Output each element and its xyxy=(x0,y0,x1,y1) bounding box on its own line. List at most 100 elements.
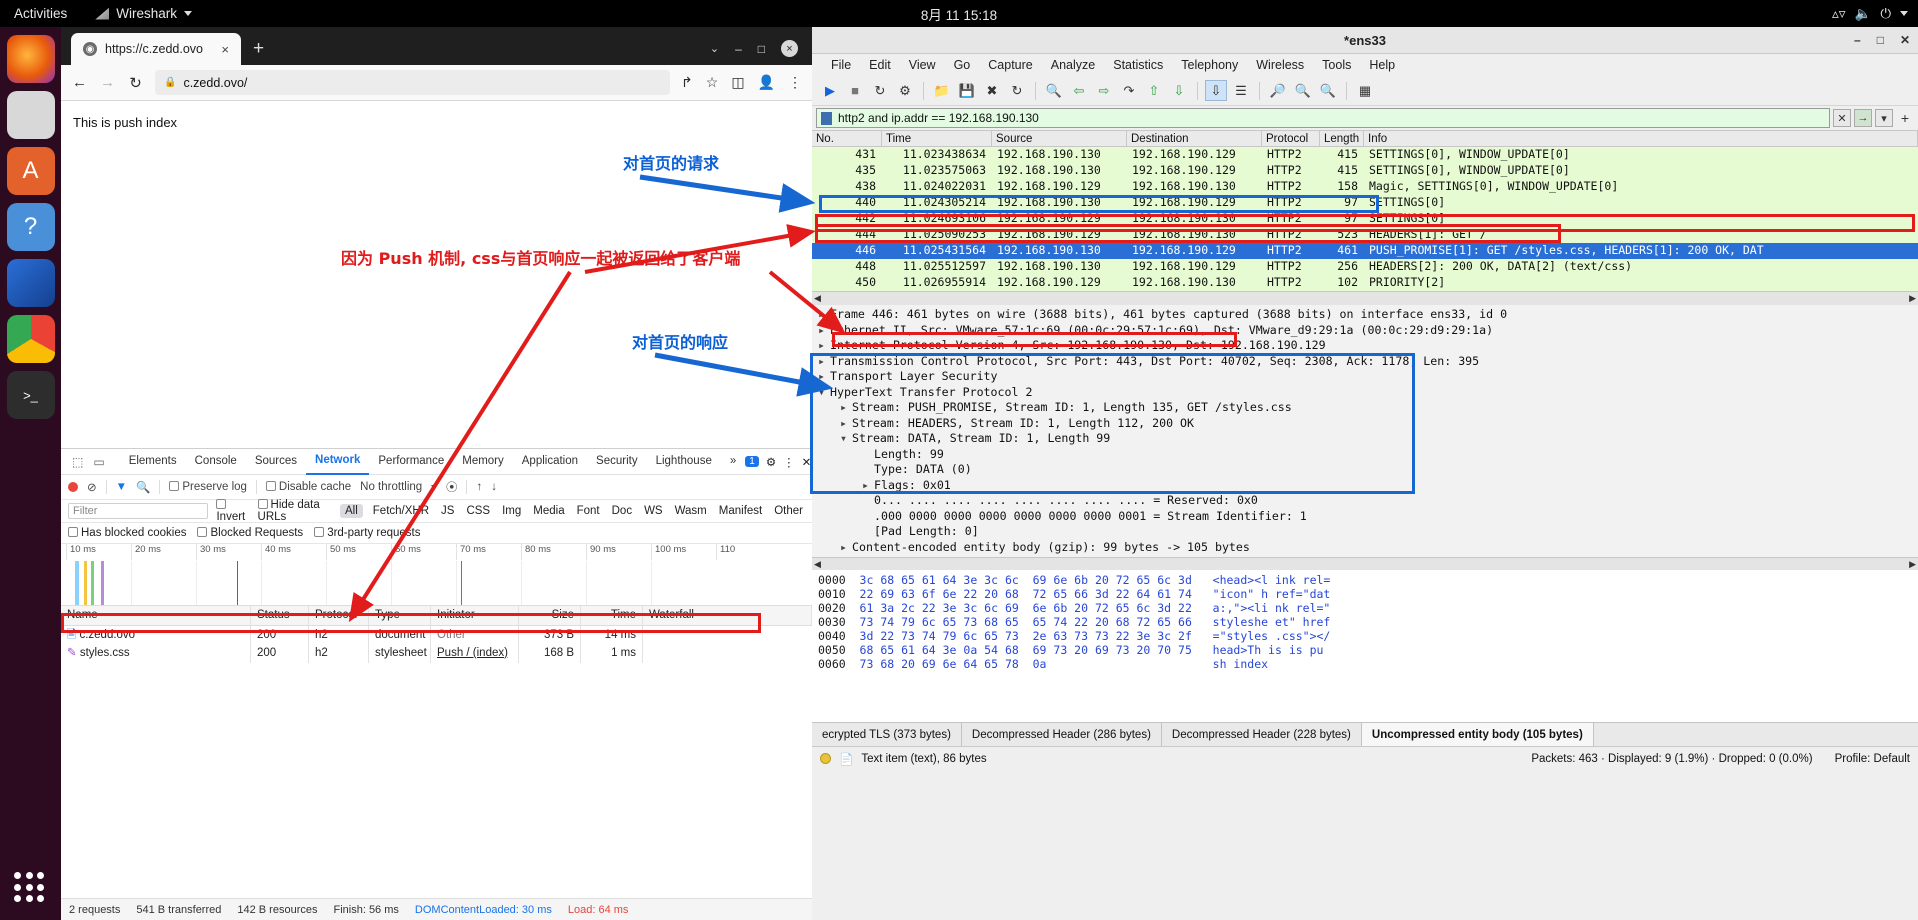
hex-dump-row[interactable]: 0020 61 3a 2c 22 3e 3c 6c 69 6e 6b 20 72… xyxy=(818,601,1918,615)
show-applications-button[interactable] xyxy=(6,864,54,912)
volume-icon[interactable]: 🔈 xyxy=(1855,6,1872,22)
detail-tree-item[interactable]: ▸Internet Protocol Version 4, Src: 192.1… xyxy=(812,338,1918,354)
tab-network[interactable]: Network xyxy=(306,448,369,475)
network-overview-timeline[interactable]: 10 ms 20 ms 30 ms 40 ms 50 ms 60 ms 70 m… xyxy=(61,544,812,606)
close-file-icon[interactable]: ✖ xyxy=(981,80,1003,101)
invert-checkbox[interactable]: Invert xyxy=(216,499,249,523)
filter-input[interactable]: Filter xyxy=(68,503,208,519)
start-capture-icon[interactable]: ▶ xyxy=(819,80,841,101)
scroll-left-icon[interactable]: ◀ xyxy=(814,293,821,304)
menu-help[interactable]: Help xyxy=(1360,58,1404,72)
hex-dump-row[interactable]: 0030 73 74 79 6c 65 73 68 65 65 74 22 20… xyxy=(818,615,1918,629)
network-icon[interactable]: ▵▿ xyxy=(1832,6,1846,22)
has-blocked-cookies-checkbox[interactable]: Has blocked cookies xyxy=(68,527,186,539)
detail-tree-item[interactable]: ▾Line-based text data: text/html (2 line… xyxy=(812,555,1918,557)
detail-tree-item[interactable]: .000 0000 0000 0000 0000 0000 0000 0001 … xyxy=(812,509,1918,525)
minimize-button[interactable]: – xyxy=(1854,33,1861,47)
type-filter-doc[interactable]: Doc xyxy=(610,505,634,517)
chevron-down-icon[interactable] xyxy=(1900,11,1908,16)
detail-tree-item[interactable]: ▸Ethernet II, Src: VMware_57:1c:69 (00:0… xyxy=(812,323,1918,339)
type-filter-other[interactable]: Other xyxy=(772,505,805,517)
tab-memory[interactable]: Memory xyxy=(453,449,513,474)
column-header-no[interactable]: No. xyxy=(812,131,882,146)
close-button[interactable]: × xyxy=(781,40,798,57)
stop-capture-icon[interactable]: ■ xyxy=(844,80,866,101)
filter-icon[interactable]: ▼ xyxy=(116,481,127,493)
open-file-icon[interactable]: 📁 xyxy=(931,80,953,101)
power-icon[interactable]: ⏻ xyxy=(1880,6,1891,22)
expert-info-icon[interactable] xyxy=(820,753,831,764)
detail-tree-item[interactable]: Length: 99 xyxy=(812,447,1918,463)
share-icon[interactable]: ↱ xyxy=(681,74,693,91)
dock-item-software[interactable]: A xyxy=(7,147,55,195)
tree-toggle-icon[interactable]: ▸ xyxy=(840,540,852,556)
minimize-button[interactable]: – xyxy=(735,42,742,56)
more-options-icon[interactable]: ⋮ xyxy=(783,455,795,469)
filter-dropdown-icon[interactable]: ▾ xyxy=(1875,109,1893,127)
bytes-tab-decrypted-tls[interactable]: ecrypted TLS (373 bytes) xyxy=(812,723,962,746)
hide-data-urls-checkbox[interactable]: Hide data URLs xyxy=(258,499,332,523)
type-filter-manifest[interactable]: Manifest xyxy=(717,505,764,517)
resize-columns-icon[interactable]: ▦ xyxy=(1354,80,1376,101)
tree-toggle-icon[interactable]: ▸ xyxy=(818,369,830,385)
tab-performance[interactable]: Performance xyxy=(369,449,453,474)
dock-item-wireshark[interactable] xyxy=(7,259,55,307)
blocked-requests-checkbox[interactable]: Blocked Requests xyxy=(197,527,303,539)
third-party-requests-checkbox[interactable]: 3rd-party requests xyxy=(314,527,420,539)
request-name[interactable]: 🖹 c.zedd.ovo xyxy=(61,626,251,645)
column-header-status[interactable]: Status xyxy=(251,606,309,625)
menu-analyze[interactable]: Analyze xyxy=(1042,58,1104,72)
menu-tools[interactable]: Tools xyxy=(1313,58,1360,72)
app-menu-wireshark[interactable]: Wireshark xyxy=(95,6,192,21)
bytes-tab-decompressed-header-286[interactable]: Decompressed Header (286 bytes) xyxy=(962,723,1162,746)
add-filter-button-icon[interactable]: + xyxy=(1896,109,1914,127)
restart-capture-icon[interactable]: ↻ xyxy=(869,80,891,101)
table-row[interactable]: 🖹 c.zedd.ovo 200 h2 document Other 373 B… xyxy=(61,626,812,644)
clear-filter-icon[interactable]: ✕ xyxy=(1833,109,1851,127)
packet-row[interactable]: 45011.026955914192.168.190.129192.168.19… xyxy=(812,275,1918,291)
hex-dump-row[interactable]: 0040 3d 22 73 74 79 6c 65 73 2e 63 73 73… xyxy=(818,629,1918,643)
address-bar[interactable]: 🔒 c.zedd.ovo/ xyxy=(155,70,670,95)
column-header-name[interactable]: Name xyxy=(61,606,251,625)
type-filter-all[interactable]: All xyxy=(340,504,363,518)
browser-menu-icon[interactable]: ⋮ xyxy=(788,74,802,91)
detail-tree-item[interactable]: ▸Transmission Control Protocol, Src Port… xyxy=(812,354,1918,370)
tree-toggle-icon[interactable]: ▸ xyxy=(840,416,852,432)
column-header-size[interactable]: Size xyxy=(519,606,581,625)
hex-dump-row[interactable]: 0050 68 65 61 64 3e 0a 54 68 69 73 20 69… xyxy=(818,643,1918,657)
tab-list-chevron-icon[interactable]: ⌄ xyxy=(710,42,719,55)
tab-elements[interactable]: Elements xyxy=(120,449,186,474)
account-icon[interactable]: 👤 xyxy=(758,74,775,91)
go-to-first-icon[interactable]: ⇧ xyxy=(1143,80,1165,101)
packet-row[interactable]: 43111.023438634192.168.190.130192.168.19… xyxy=(812,147,1918,163)
hex-dump-row[interactable]: 0000 3c 68 65 61 64 3e 3c 6c 69 6e 6b 20… xyxy=(818,573,1918,587)
tree-toggle-icon[interactable]: ▾ xyxy=(818,385,830,401)
type-filter-js[interactable]: JS xyxy=(439,505,456,517)
menu-capture[interactable]: Capture xyxy=(979,58,1041,72)
menu-go[interactable]: Go xyxy=(945,58,980,72)
dock-item-terminal[interactable]: >_ xyxy=(7,371,55,419)
search-icon[interactable]: 🔍 xyxy=(136,480,150,494)
reload-icon[interactable]: ↻ xyxy=(127,74,144,92)
go-forward-icon[interactable]: ⇨ xyxy=(1093,80,1115,101)
menu-statistics[interactable]: Statistics xyxy=(1104,58,1172,72)
table-row[interactable]: ✎ styles.css 200 h2 stylesheet Push / (i… xyxy=(61,644,812,662)
tree-toggle-icon[interactable]: ▸ xyxy=(818,354,830,370)
zoom-reset-icon[interactable]: 🔍 xyxy=(1317,80,1339,101)
packet-row[interactable]: 44411.025090253192.168.190.129192.168.19… xyxy=(812,227,1918,243)
detail-tree-item[interactable]: ▸Stream: HEADERS, Stream ID: 1, Length 1… xyxy=(812,416,1918,432)
type-filter-font[interactable]: Font xyxy=(575,505,602,517)
scroll-right-icon[interactable]: ▶ xyxy=(1909,559,1916,570)
tab-security[interactable]: Security xyxy=(587,449,647,474)
maximize-button[interactable]: □ xyxy=(1877,33,1884,47)
colorize-icon[interactable]: ☰ xyxy=(1230,80,1252,101)
go-back-icon[interactable]: ⇦ xyxy=(1068,80,1090,101)
type-filter-img[interactable]: Img xyxy=(500,505,523,517)
zoom-out-icon[interactable]: 🔍 xyxy=(1292,80,1314,101)
forward-icon[interactable]: → xyxy=(99,74,116,91)
profile-label[interactable]: Profile: Default xyxy=(1835,753,1910,765)
close-icon[interactable]: × xyxy=(217,42,233,57)
tab-lighthouse[interactable]: Lighthouse xyxy=(647,449,721,474)
tree-toggle-icon[interactable]: ▸ xyxy=(818,323,830,339)
maximize-button[interactable]: □ xyxy=(758,42,765,56)
